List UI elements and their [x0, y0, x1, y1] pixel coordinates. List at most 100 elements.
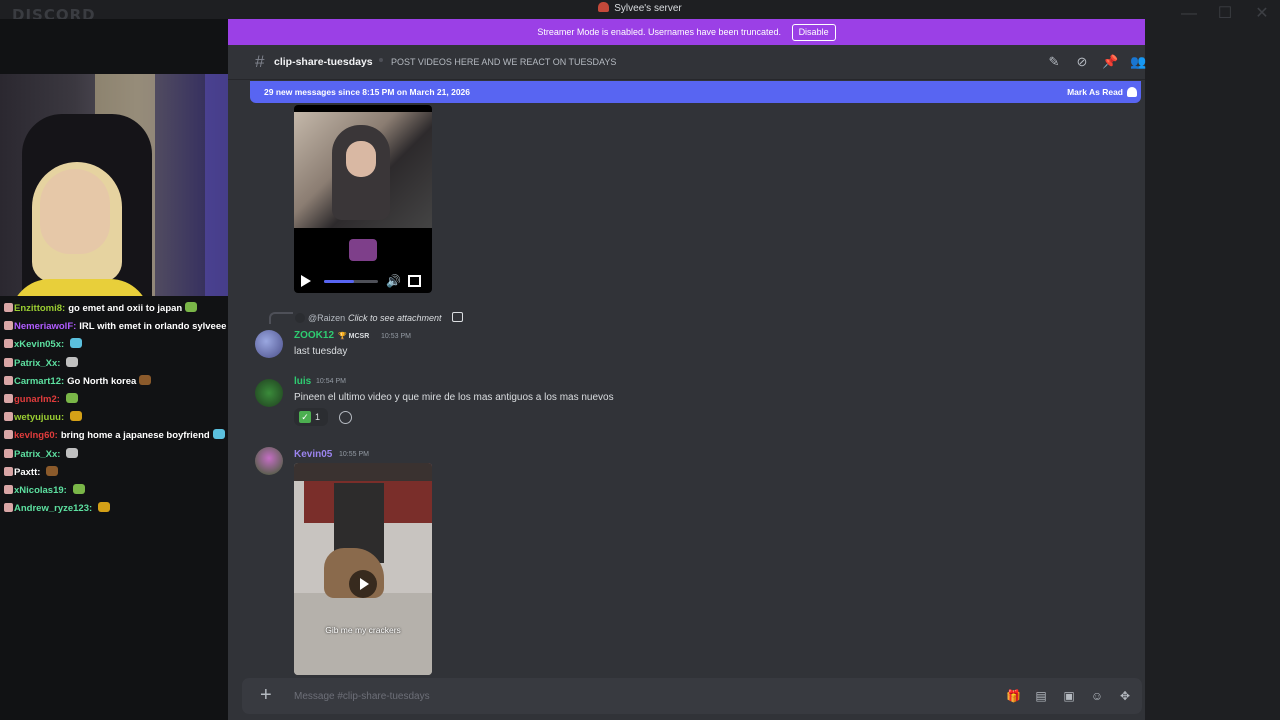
chat-username[interactable]: Patrix_Xx: — [14, 358, 60, 369]
chat-badge-icon — [4, 448, 13, 458]
threads-icon[interactable]: ✎ — [1046, 54, 1062, 70]
stream-chat-line: xNicolas19: — [4, 482, 244, 500]
new-messages-bar[interactable]: 29 new messages since 8:15 PM on March 2… — [250, 81, 1141, 103]
username-kevin05[interactable]: Kevin05 — [294, 449, 332, 460]
chat-username[interactable]: Enzittomi8: — [14, 303, 65, 314]
reply-avatar — [295, 313, 305, 323]
gif-icon[interactable]: ▤ — [1034, 689, 1048, 703]
chat-badge-icon — [4, 303, 13, 312]
mark-as-read-button[interactable]: Mark As Read — [1067, 81, 1123, 103]
chat-emote-icon — [46, 465, 59, 476]
volume-icon[interactable]: 🔊 — [386, 274, 401, 288]
chat-emote-icon — [65, 392, 78, 403]
add-reaction-icon[interactable] — [339, 411, 352, 424]
title-bar: DISCORD Sylvee's server — ☐ ✕ — [0, 0, 1280, 24]
minimize-button[interactable]: — — [1178, 4, 1200, 24]
image-icon — [452, 312, 463, 322]
reply-connector — [269, 312, 293, 324]
streamer-mode-banner: Streamer Mode is enabled. Usernames have… — [228, 19, 1145, 45]
chat-username[interactable]: xKevin05x: — [14, 339, 64, 350]
streamer-banner-text: Streamer Mode is enabled. Usernames have… — [537, 27, 782, 37]
channel-topic: POST VIDEOS HERE AND WE REACT ON TUESDAY… — [391, 57, 617, 67]
pin-icon[interactable]: 📌 — [1102, 54, 1118, 70]
stream-chat-line: NemeriawolF: IRL with emet in orlando syl… — [4, 318, 244, 336]
message-input[interactable] — [294, 678, 944, 714]
chat-badge-icon — [4, 375, 13, 385]
chat-message: bring home a japanese boyfriend — [60, 430, 210, 442]
avatar-kevin05[interactable] — [255, 447, 283, 475]
maximize-button[interactable]: ☐ — [1214, 4, 1236, 24]
reaction-count: 1 — [315, 412, 321, 422]
stream-chat-line: Patrix_Xx: — [4, 355, 244, 373]
play-icon[interactable] — [349, 570, 377, 598]
video-attachment-1[interactable]: 🔊 — [294, 105, 432, 293]
members-icon[interactable]: 👥 — [1130, 54, 1146, 70]
chat-username[interactable]: xNicolas19: — [14, 485, 67, 496]
avatar-luis[interactable] — [255, 379, 283, 407]
stream-chat-line: Paxtt: — [4, 464, 244, 482]
message-timestamp: 10:55 PM — [339, 451, 369, 458]
reply-attachment-link[interactable]: Click to see attachment — [348, 313, 442, 323]
fullscreen-icon[interactable] — [408, 275, 421, 287]
mark-read-icon — [1127, 87, 1137, 97]
add-attachment-icon[interactable]: + — [260, 684, 272, 706]
chat-username[interactable]: Patrix_Xx: — [14, 449, 60, 460]
chat-username[interactable]: NemeriawolF: — [14, 321, 76, 332]
role-tag-mcsr: 🏆 MCSR — [338, 333, 370, 340]
chat-badge-icon — [4, 321, 13, 331]
stream-chat-line: Carmart12: Go North korea — [4, 373, 244, 391]
reply-username[interactable]: @Raizen — [308, 313, 345, 323]
chat-badge-icon — [4, 339, 13, 349]
play-icon[interactable] — [301, 275, 311, 287]
chat-emote-icon — [70, 338, 83, 349]
message-text: Pineen el ultimo video y que mire de los… — [294, 392, 614, 403]
video-progress-bar[interactable] — [324, 280, 378, 283]
chat-message: go emet and oxii to japan — [68, 303, 183, 314]
message-text: last tuesday — [294, 346, 348, 357]
chat-emote-icon — [70, 411, 83, 422]
chat-username[interactable]: Paxtt: — [14, 467, 40, 478]
chat-username[interactable]: Andrew_ryze123: — [14, 503, 92, 514]
chat-badge-icon — [4, 412, 13, 422]
chat-username[interactable]: gunarlm2: — [14, 394, 60, 405]
username-luis[interactable]: luis — [294, 376, 311, 387]
webcam-feed — [0, 74, 249, 296]
stream-chat-line: wetyujuuu: — [4, 409, 244, 427]
chat-emote-icon — [98, 502, 111, 513]
chat-emote-icon — [72, 483, 85, 494]
chat-message: IRL with emet in orlando sylveee — [79, 321, 227, 333]
video-logo — [349, 239, 377, 261]
message-timestamp: 10:54 PM — [316, 378, 346, 385]
chat-badge-icon — [4, 484, 13, 494]
stream-chat-line: Patrix_Xx: — [4, 446, 244, 464]
video-controls: 🔊 — [294, 269, 432, 293]
video-attachment-2[interactable]: Gib me my crackers — [294, 463, 432, 675]
channel-header: # clip-share-tuesdays POST VIDEOS HERE A… — [228, 45, 1146, 80]
chat-username[interactable]: wetyujuuu: — [14, 412, 64, 423]
video-progress-fill — [324, 280, 354, 283]
channel-name: clip-share-tuesdays — [274, 56, 373, 68]
chat-emote-icon — [139, 374, 152, 385]
reaction-checkmark[interactable]: ✓ 1 — [294, 408, 328, 426]
apps-icon[interactable]: ✥ — [1118, 689, 1132, 703]
server-title: Sylvee's server — [0, 2, 1280, 14]
chat-badge-icon — [4, 430, 13, 440]
chat-username[interactable]: Carmart12: — [14, 376, 64, 387]
discord-main: Streamer Mode is enabled. Usernames have… — [228, 19, 1146, 720]
video-caption: Gib me my crackers — [325, 625, 401, 635]
close-button[interactable]: ✕ — [1251, 4, 1273, 24]
chat-badge-icon — [4, 503, 13, 513]
sticker-icon[interactable]: ▣ — [1062, 689, 1076, 703]
stream-chat-line: Enzittomi8: go emet and oxii to japan — [4, 300, 244, 318]
emoji-icon[interactable]: ☺ — [1090, 689, 1104, 703]
new-messages-text: 29 new messages since 8:15 PM on March 2… — [264, 87, 470, 97]
username-zook12[interactable]: ZOOK12 — [294, 330, 334, 341]
stream-chat-line: gunarlm2: — [4, 391, 244, 409]
mute-bell-icon[interactable]: ⊘ — [1074, 54, 1090, 70]
chat-emote-icon — [66, 356, 79, 367]
gift-icon[interactable]: 🎁 — [1006, 689, 1021, 703]
chat-emote-icon — [66, 447, 79, 458]
avatar-zook12[interactable] — [255, 330, 283, 358]
chat-username[interactable]: kevlng60: — [14, 430, 58, 441]
disable-streamer-mode-button[interactable]: Disable — [791, 24, 836, 42]
